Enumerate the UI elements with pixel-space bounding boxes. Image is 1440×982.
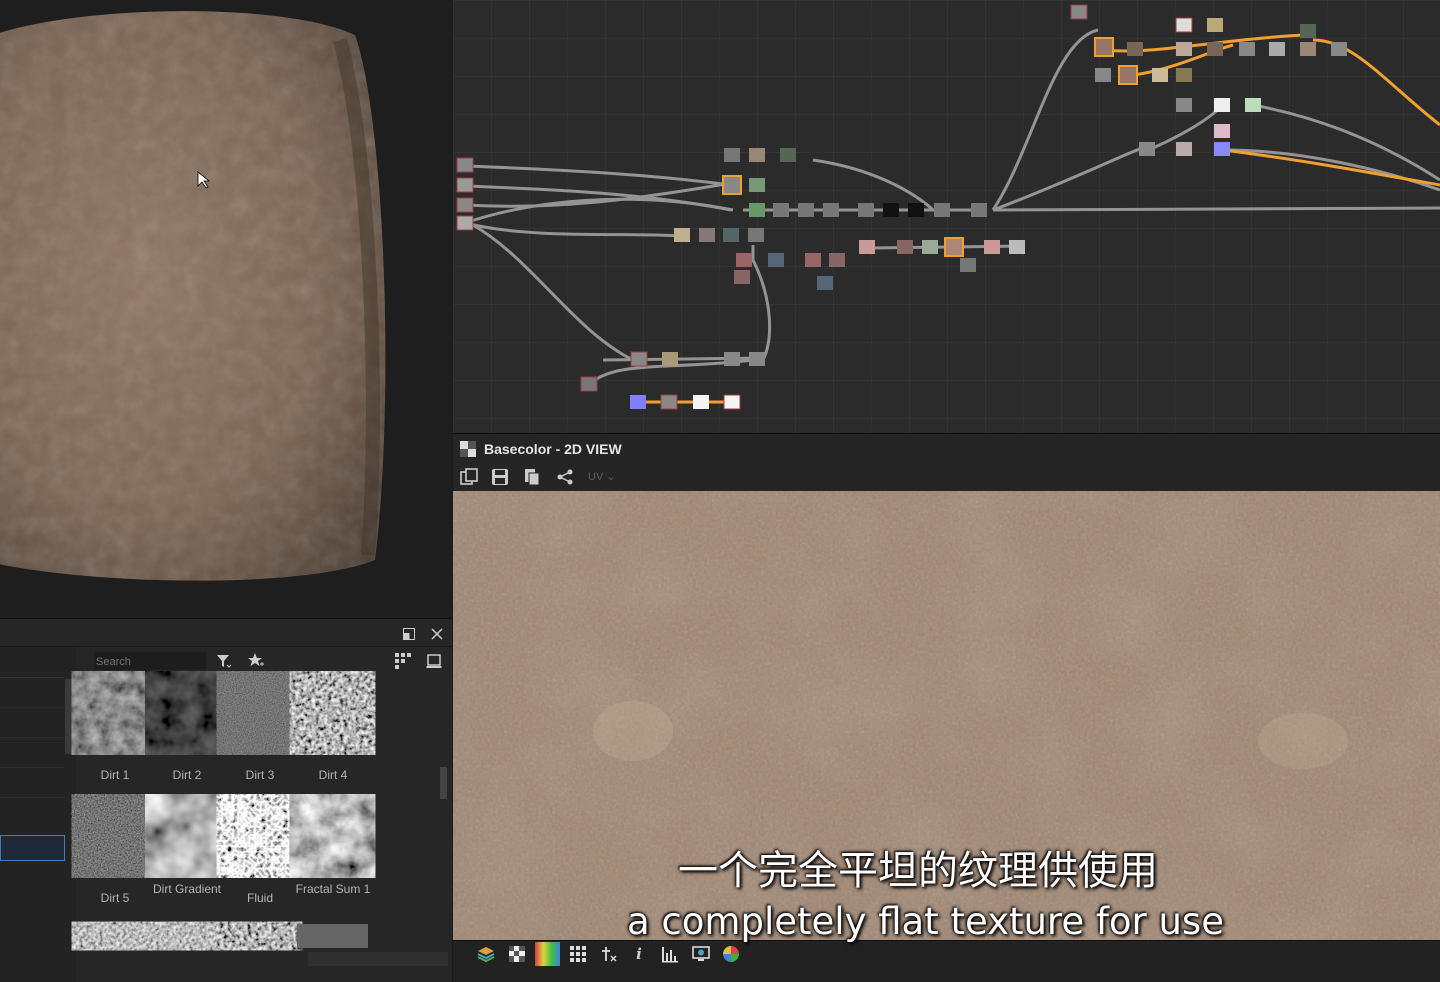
library-item-dirt-gradient[interactable] [152,801,222,871]
library-item-label: Dirt 4 [318,768,348,782]
histogram-icon[interactable] [660,944,680,964]
orange-connections [633,33,1440,404]
library-item-dirt-2[interactable] [152,678,222,748]
node-graph-canvas[interactable] [453,0,1440,433]
library-item-fluid[interactable] [224,801,295,871]
library-item-dirt-5[interactable] [79,801,150,871]
share-icon[interactable] [555,467,575,487]
library-item-dirt-4[interactable] [297,678,368,748]
checker-bg-icon[interactable] [507,944,527,964]
library-item-label: Dirt Gradient [152,882,222,896]
library-item-dirt-1[interactable] [79,678,150,748]
info-icon[interactable]: i [629,944,649,964]
node-graph-editor[interactable] [453,0,1440,433]
library-item-dirt-3[interactable] [224,678,295,748]
2d-view-title: Basecolor - 2D VIEW [484,441,622,457]
export-icon[interactable] [522,467,542,487]
chevron-down-icon: ⌄ [606,471,616,483]
uv-dropdown[interactable]: UV ⌄ [588,470,616,483]
copy-view-icon[interactable] [459,467,479,487]
library-item-label: Dirt 3 [245,768,275,782]
library-item-fractal-sum-1[interactable] [297,801,368,871]
stone-cylinder-render [0,11,386,581]
graph-connections [464,28,1440,387]
display-icon[interactable] [691,944,711,964]
color-wheel-icon[interactable] [721,944,741,964]
library-panel: Dirt 1 Dirt 2 Dirt 3 Dirt 4 Dirt 5 Dirt … [0,618,452,982]
library-item-label: Fractal Sum 1 [295,882,371,896]
graph-nodes[interactable] [456,4,1347,410]
subtitle-english: a completely flat texture for use [627,900,1224,943]
3d-viewport[interactable] [0,0,452,618]
tile-grid-icon[interactable] [568,944,588,964]
save-icon[interactable] [490,467,510,487]
color-channel-icon[interactable] [535,942,560,966]
library-item-label: Fluid [246,891,273,905]
subtitle-chinese: 一个完全平坦的纹理供使用 [678,848,1158,894]
resolution-info: 4096 x 4096 (RGBA, 16bpc) [464,913,615,927]
library-item-label: Dirt 2 [172,768,202,782]
layers-icon[interactable] [476,944,496,964]
checker-icon [460,441,476,457]
library-item-label: Dirt 5 [100,891,130,905]
transform-icon[interactable] [599,944,619,964]
library-item-label: Dirt 1 [100,768,130,782]
